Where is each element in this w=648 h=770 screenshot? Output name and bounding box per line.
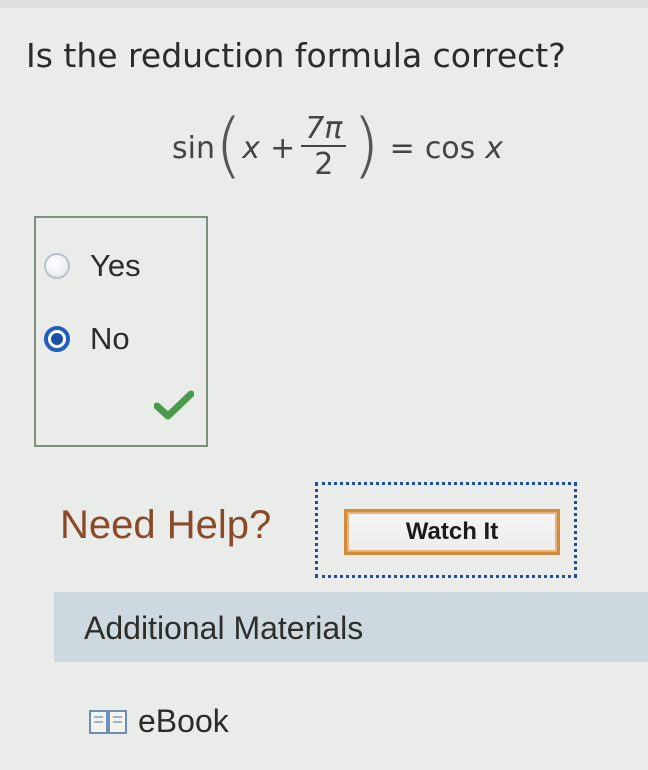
formula-cos: cos — [424, 130, 476, 166]
formula-denominator: 2 — [314, 146, 334, 182]
formula-numerator: 7π — [305, 111, 343, 147]
question-text: Is the reduction formula correct? — [26, 36, 566, 75]
checkmark-icon — [154, 390, 194, 420]
formula-sin: sin — [172, 130, 215, 166]
formula-rhs-x: x — [485, 130, 504, 166]
formula-open-paren: ( — [214, 104, 243, 186]
reduction-formula: sin ( x + 7π 2 ) = cos x — [172, 100, 503, 196]
formula-close-paren: ) — [352, 104, 380, 186]
additional-materials-title: Additional Materials — [84, 610, 364, 646]
formula-equals: = — [389, 130, 415, 166]
ebook-link[interactable]: eBook — [88, 703, 229, 740]
answer-options-box: Yes No — [34, 216, 208, 447]
additional-materials-bar: Additional Materials — [54, 592, 648, 662]
formula-plus: + — [270, 130, 296, 166]
option-yes[interactable]: Yes — [44, 248, 141, 284]
option-yes-label: Yes — [90, 248, 141, 283]
formula-x: x — [242, 130, 261, 166]
option-no-label: No — [90, 321, 130, 356]
radio-yes[interactable] — [44, 253, 70, 279]
radio-no[interactable] — [44, 326, 70, 352]
top-divider — [0, 0, 648, 8]
ebook-label: eBook — [138, 703, 229, 739]
watch-it-focus-outline: Watch It — [315, 482, 577, 578]
option-no[interactable]: No — [44, 321, 130, 357]
book-icon — [89, 709, 127, 734]
watch-it-button[interactable]: Watch It — [344, 509, 560, 555]
formula-fraction: 7π 2 — [301, 111, 347, 183]
need-help-label: Need Help? — [60, 503, 272, 547]
